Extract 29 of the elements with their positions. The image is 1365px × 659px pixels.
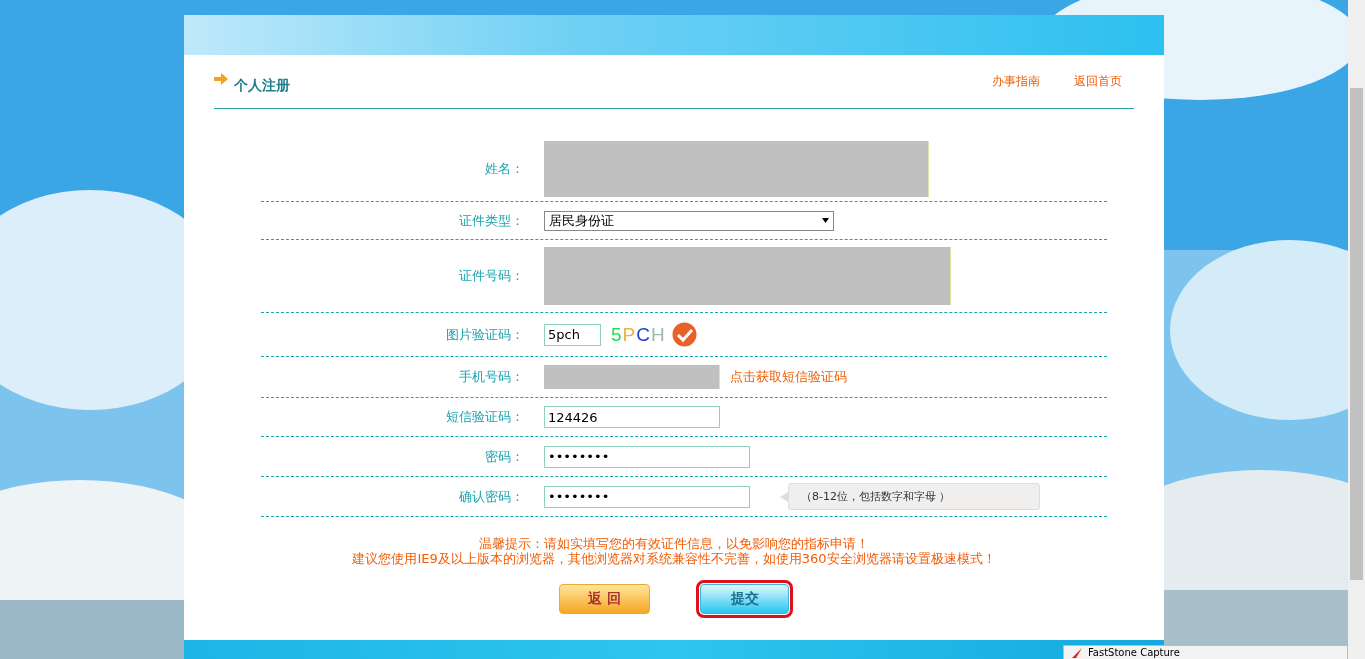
masked-field[interactable] xyxy=(544,247,951,305)
masked-field[interactable] xyxy=(544,365,720,389)
captcha-image[interactable]: 5PCH xyxy=(611,323,666,346)
password-input[interactable]: •••••••• xyxy=(544,445,750,468)
scrollbar[interactable] xyxy=(1348,0,1365,659)
id-type-select[interactable]: 居民身份证 xyxy=(544,210,834,231)
dropdown-icon xyxy=(822,218,829,223)
masked-field[interactable] xyxy=(544,140,929,197)
field-label: 短信验证码： xyxy=(445,408,525,426)
password-hint: （8-12位，包括数字和字母 ） xyxy=(788,483,1040,510)
notice-text: 建议您使用IE9及以上版本的浏览器，其他浏览器对系统兼容性不完善，如使用360安全浏览器请设置极速模式！ xyxy=(352,551,996,566)
window-title: FastStone Capture xyxy=(1088,646,1180,659)
password-input[interactable]: •••••••• xyxy=(544,485,750,508)
notice-text: 温馨提示：请如实填写您的有效证件信息，以免影响您的指标申请！ xyxy=(479,536,869,551)
captcha-input[interactable]: 5pch xyxy=(544,323,601,346)
field-label: 证件类型： xyxy=(458,211,525,230)
pointer-icon xyxy=(780,491,788,502)
scroll-thumb[interactable] xyxy=(1350,88,1363,580)
page-title: 个人注册 xyxy=(234,76,290,95)
app-window[interactable]: FastStone Capture xyxy=(1063,645,1348,659)
field-label: 图片验证码： xyxy=(445,325,525,344)
field-label: 确认密码： xyxy=(458,487,525,506)
field-label: 证件号码： xyxy=(458,267,525,285)
field-label: 姓名： xyxy=(484,159,525,178)
field-label: 密码： xyxy=(484,447,525,466)
field-label: 手机号码： xyxy=(458,368,525,386)
back-button[interactable]: 返 回 xyxy=(559,584,650,614)
sms-code-input[interactable]: 124426 xyxy=(544,406,720,428)
arrow-icon xyxy=(214,72,228,85)
